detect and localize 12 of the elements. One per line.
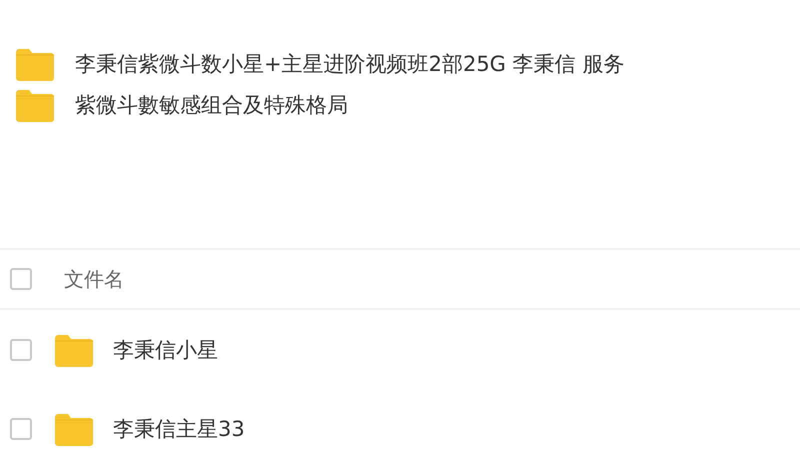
- checkbox[interactable]: [10, 268, 32, 290]
- folder-icon: [16, 88, 54, 122]
- file-name[interactable]: 李秉信小星: [113, 336, 218, 364]
- folder-icon: [55, 412, 93, 446]
- file-name[interactable]: 李秉信主星33: [113, 414, 245, 442]
- folder-name[interactable]: 紫微斗數敏感组合及特殊格局: [75, 91, 348, 119]
- folder-icon: [55, 332, 93, 366]
- folder-icon: [16, 47, 54, 81]
- column-header[interactable]: 文件名: [64, 266, 124, 292]
- checkbox[interactable]: [10, 418, 32, 440]
- folder-name[interactable]: 李秉信紫微斗数小星+主星进阶视频班2部25G 李秉信 服务: [75, 50, 624, 78]
- checkbox[interactable]: [10, 338, 32, 360]
